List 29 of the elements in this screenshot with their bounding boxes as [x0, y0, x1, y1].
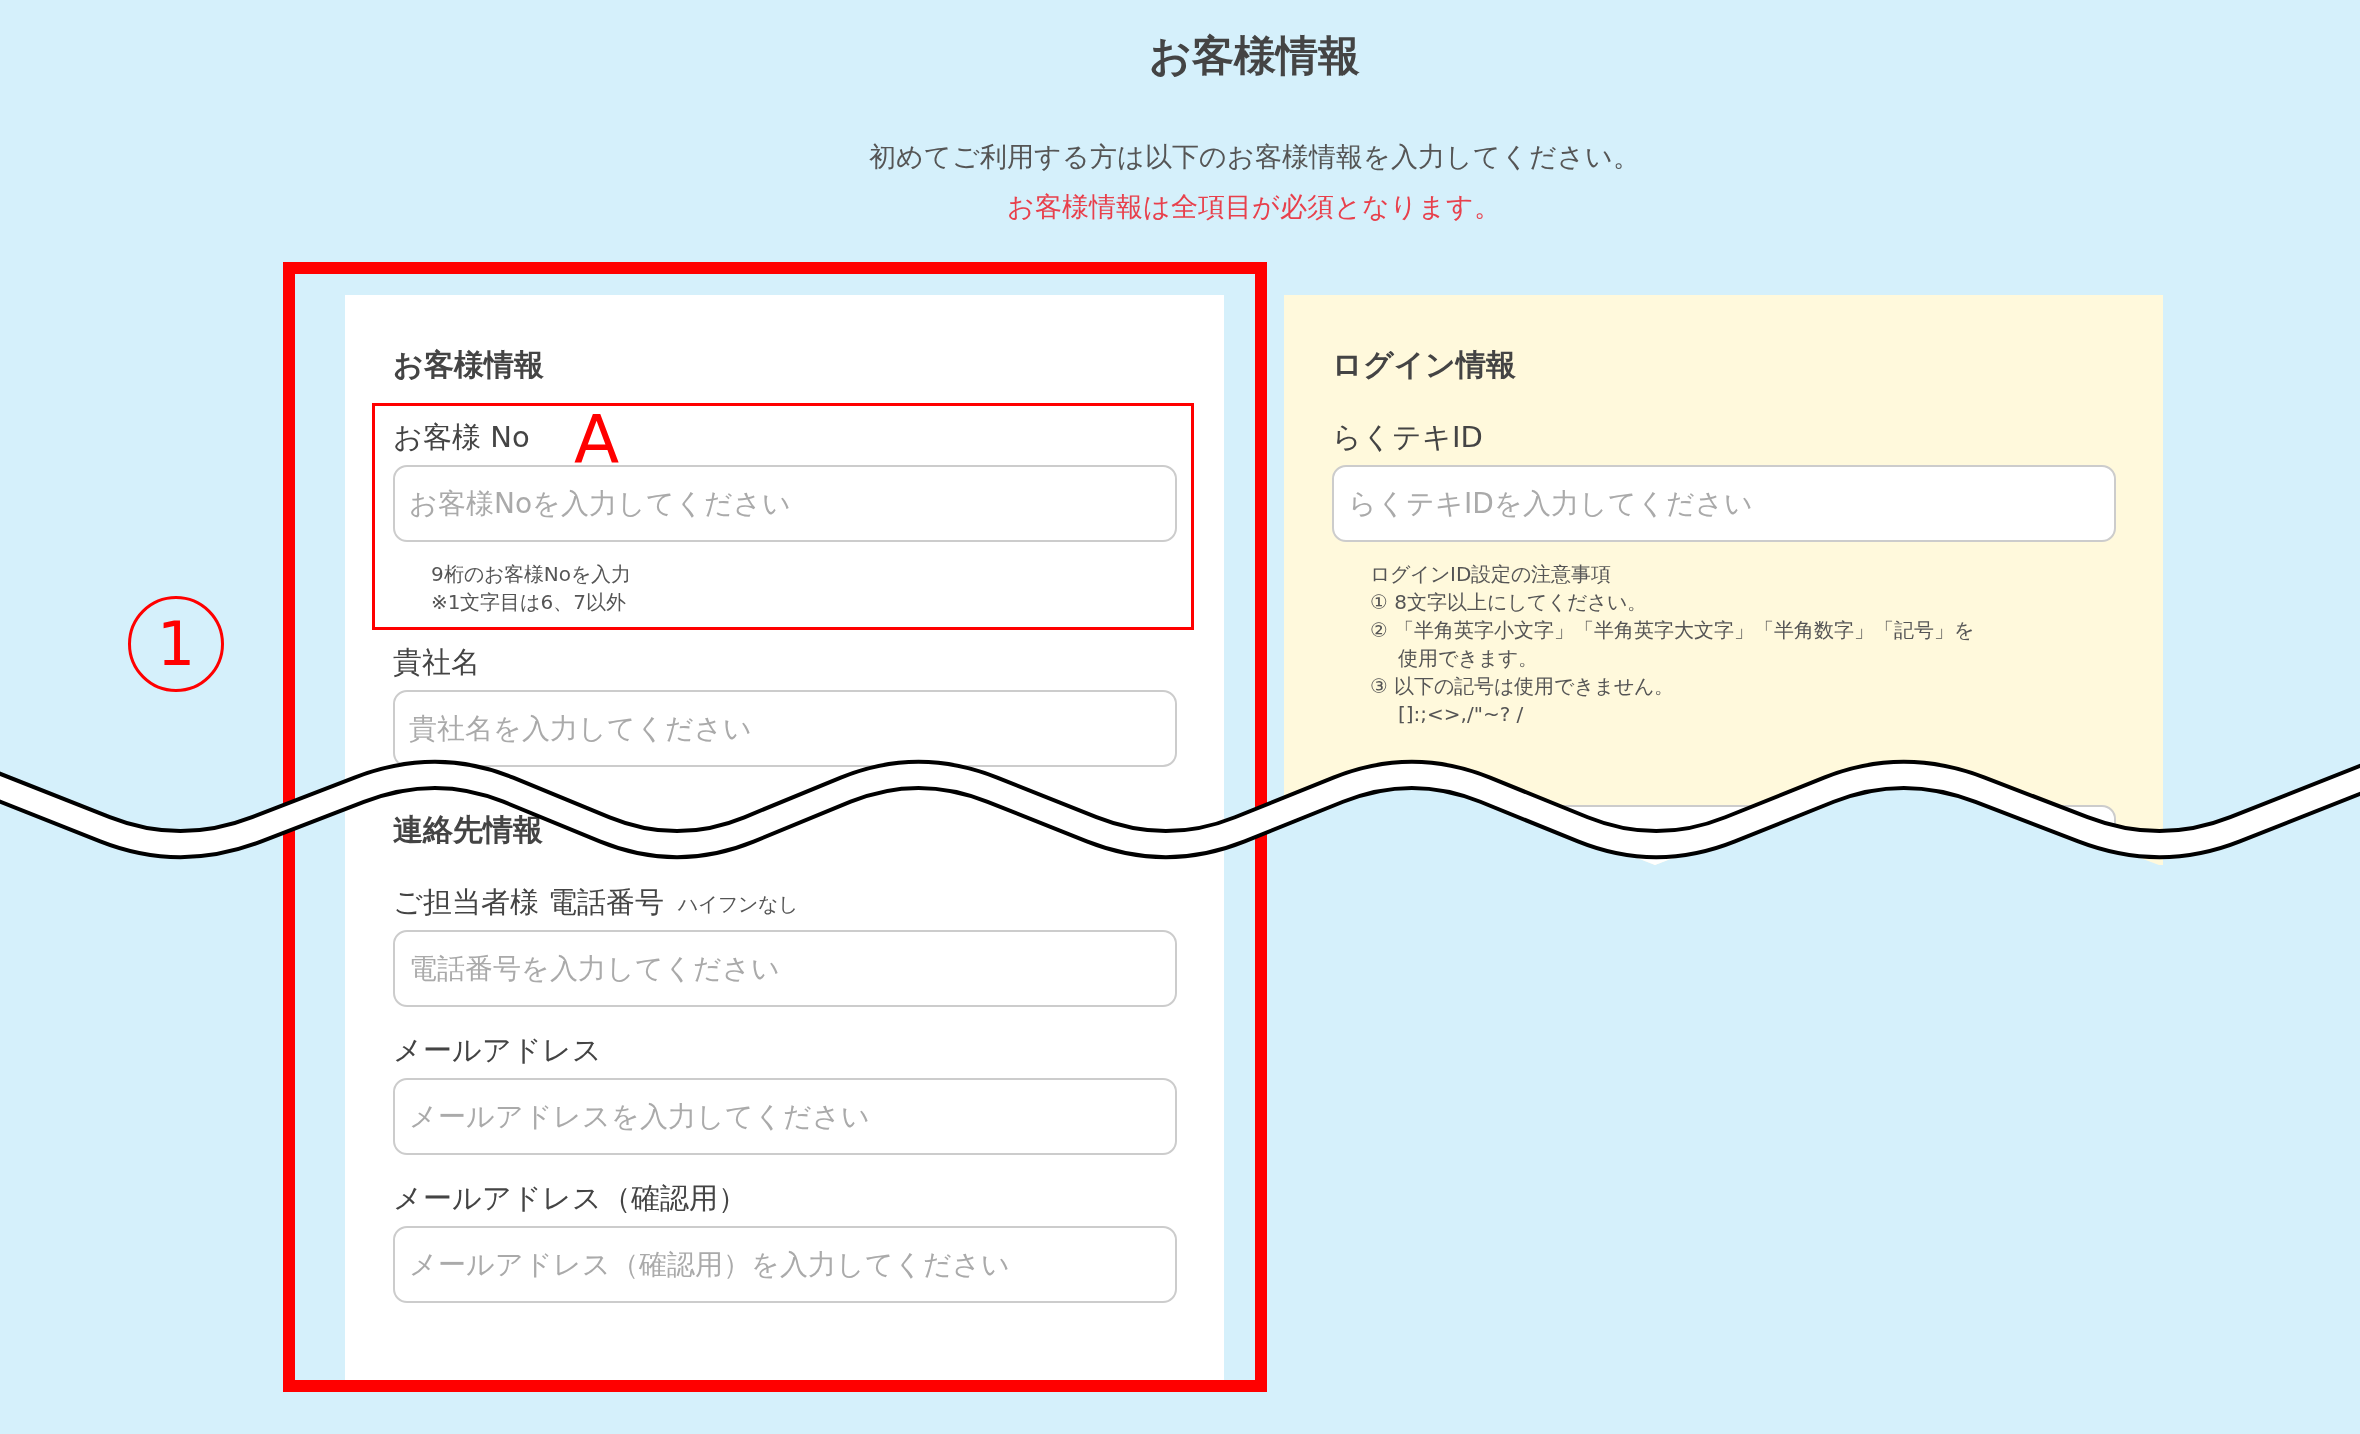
section-heading: ログイン情報: [1332, 347, 1517, 383]
input-field[interactable]: 電話番号を入力してください: [393, 930, 1177, 1007]
note-text: []:;<>,/"~? /: [1397, 701, 1525, 728]
field-hint: ハイフンなし: [678, 891, 799, 918]
field-label: お客様 No: [393, 420, 530, 454]
input-field[interactable]: らくテキIDを入力してください: [1332, 465, 2116, 542]
page-title: お客様情報: [1148, 32, 1360, 80]
note-text: 9桁のお客様Noを入力: [431, 561, 632, 588]
input-field[interactable]: メールアドレス（確認用）を入力してください: [393, 1226, 1177, 1303]
annotation-letter: A: [574, 412, 620, 468]
input-field[interactable]: 貴社名を入力してください: [393, 690, 1177, 767]
intro-text: 初めてご利用する方は以下のお客様情報を入力してください。: [868, 140, 1640, 174]
field-label: ご担当者様 電話番号: [393, 885, 665, 919]
input-field[interactable]: メールアドレスを入力してください: [393, 1078, 1177, 1155]
note-text: ② 「半角英字小文字」「半角英字大文字」「半角数字」「記号」を: [1370, 617, 1976, 644]
field-label: らくテキID: [1332, 420, 1483, 454]
note-text: ③ 以下の記号は使用できません。: [1370, 673, 1676, 700]
note-text: ※1文字目は6、7以外: [431, 589, 627, 616]
step-number: 1: [128, 596, 224, 692]
section-heading: 連絡先情報: [393, 812, 544, 848]
note-text: ① 8文字以上にしてください。: [1370, 589, 1648, 616]
field-label: メールアドレス: [393, 1033, 602, 1067]
field-label: メールアドレス（確認用）: [393, 1181, 747, 1215]
section-heading: お客様情報: [393, 347, 545, 383]
required-notice: お客様情報は全項目が必須となります。: [1007, 190, 1501, 224]
note-text: 使用できます。: [1397, 645, 1539, 672]
input-field[interactable]: お客様Noを入力してください: [393, 465, 1177, 542]
field-label: 貴社名: [393, 645, 480, 679]
note-text: ログインID設定の注意事項: [1370, 561, 1613, 588]
